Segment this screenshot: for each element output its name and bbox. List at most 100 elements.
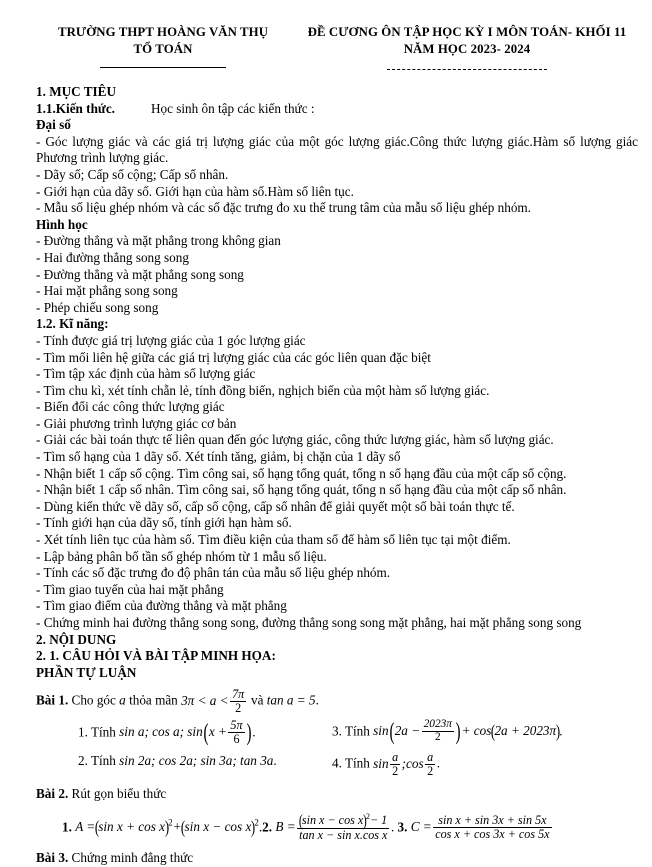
- expr-B-num-inner: sin x − cos x: [301, 813, 364, 828]
- header-right-divider: [387, 69, 547, 70]
- expr-B-lhs: B =: [275, 819, 296, 835]
- expr-inner-left: x +: [208, 724, 227, 740]
- fraction-denominator: 2: [425, 763, 436, 778]
- question-2-period: .: [273, 753, 277, 769]
- condition-period: .: [315, 692, 319, 708]
- expression-B: B = (sin x − cos x)2− 1 tan x − sin x.cos …: [275, 812, 391, 842]
- knowledge-text: Học sinh ôn tập các kiến thức :: [150, 100, 315, 116]
- question-3-expression: sin(2a −2023π 2)+ cos(2a + 2023π): [373, 717, 560, 745]
- question-3-number: 3.: [332, 723, 342, 739]
- exercise-2-prompt: Bài 2. Rút gọn biểu thức: [36, 785, 638, 803]
- question-2-line: 2. Tính sin 2a; cos 2a; sin 3a; tan 3a.: [78, 751, 326, 771]
- right-paren-icon: ): [164, 817, 169, 838]
- geometry-item: - Hai mặt phẳng song song: [36, 283, 178, 299]
- geometry-item: - Đường thẳng và mặt phẳng trong không g…: [36, 233, 281, 249]
- exercise-1-question-1: 1. Tính sin a; cos a; sin(x +5π 6).: [36, 718, 326, 746]
- question-1-line: 1. Tính sin a; cos a; sin(x +5π 6).: [78, 718, 326, 746]
- question-2-expression: sin 2a; cos 2a; sin 3a; tan 3a: [119, 753, 274, 769]
- expr-inner-2: 2a + 2023π: [494, 723, 557, 739]
- exercise-2-body: 1. A =(sin x + cos x)2+(sin x − cos x)2.…: [36, 812, 638, 843]
- skill-item: - Giải phương trình lượng giác cơ bản: [36, 415, 237, 431]
- expr-C-lhs: C =: [410, 819, 432, 835]
- condition-conjunction: và: [251, 692, 264, 708]
- exercise-1-question-3: 3. Tính sin(2a −2023π 2)+ cos(2a + 2023π)…: [326, 717, 638, 745]
- geometry-item: - Phép chiếu song song: [36, 299, 159, 315]
- exercise-1-text: Cho góc: [71, 692, 116, 708]
- knowledge-label: 1.1.Kiến thức.: [36, 100, 115, 116]
- skill-item: - Tính được giá trị lượng giác của 1 góc…: [36, 332, 306, 348]
- expr-A-part2: sin x − cos x: [184, 819, 252, 835]
- question-3-verb: Tính: [344, 723, 370, 739]
- expr-sin-cos: sin a; cos a; sin: [119, 724, 203, 740]
- question-1-verb: Tính: [90, 724, 116, 740]
- exercise-1-condition: 3π < a <7π 2: [181, 688, 251, 714]
- skill-item: - Biến đổi các công thức lượng giác: [36, 399, 225, 415]
- exercise-2-item-2-number: 2.: [262, 819, 273, 835]
- condition-inequality: 3π < a <: [181, 692, 229, 708]
- question-4-number: 4.: [332, 755, 342, 771]
- skill-item: - Tìm số hạng của 1 dãy số. Xét tính tăn…: [36, 449, 401, 465]
- fraction-5pi-over-6: 5π 6: [228, 718, 245, 745]
- skill-item: - Nhận biết 1 cấp số nhân. Tìm công sai,…: [36, 482, 567, 498]
- exercise-1-row-a: 1. Tính sin a; cos a; sin(x +5π 6). 3. Tí…: [36, 717, 638, 746]
- skill-item: - Nhận biết 1 cấp số cộng. Tìm công sai,…: [36, 465, 567, 481]
- document-header: TRƯỜNG THPT HOÀNG VĂN THỤ TỔ TOÁN ĐỀ CƯƠ…: [0, 0, 652, 70]
- question-4-period: .: [436, 755, 440, 771]
- geometry-item: - Hai đường thẳng song song: [36, 249, 189, 265]
- fraction-numerator: sin x + sin 3x + sin 5x: [438, 813, 547, 828]
- exercise-1-question-2: 2. Tính sin 2a; cos 2a; sin 3a; tan 3a.: [36, 751, 326, 771]
- exercise-1-row-b: 2. Tính sin 2a; cos 2a; sin 3a; tan 3a. …: [36, 751, 638, 777]
- skill-item: - Tìm tập xác định của hàm số lượng giác: [36, 366, 256, 382]
- expression-C: C = sin x + sin 3x + sin 5x cos x + cos 3x…: [410, 814, 553, 840]
- skill-item: - Tìm giao tuyến của hai mặt phẳng: [36, 581, 224, 597]
- geometry-item: - Đường thẳng và mặt phẳng song song: [36, 266, 244, 282]
- skill-item: - Tìm chu kì, xét tính chẵn lẻ, tính đồn…: [36, 382, 490, 398]
- right-paren-icon: ): [362, 811, 367, 831]
- expr-inner-left: 2a −: [394, 723, 421, 739]
- exercise-3-text: Chứng minh đẳng thức: [71, 850, 194, 866]
- algebra-item: - Mẫu số liệu ghép nhóm và các số đặc tr…: [36, 200, 531, 216]
- skill-item: - Tính giới hạn của dãy số, tính giới hạ…: [36, 515, 292, 531]
- question-1-period: .: [252, 724, 256, 740]
- algebra-item: - Giới hạn của dãy số. Giới hạn của hàm …: [36, 183, 354, 199]
- subject-heading-algebra: Đại số: [36, 117, 71, 133]
- algebra-item: - Góc lượng giác và các giá trị lượng gi…: [36, 133, 638, 166]
- expr-cos: cos: [406, 755, 424, 771]
- expr-sin: sin: [373, 723, 389, 739]
- header-school-block: TRƯỜNG THPT HOÀNG VĂN THỤ TỔ TOÁN: [32, 24, 294, 68]
- skill-item: - Xét tính liên tục của hàm số. Tìm điều…: [36, 532, 511, 548]
- subsection-heading-questions: 2. 1. CÂU HỎI VÀ BÀI TẬP MINH HỌA:: [36, 648, 276, 664]
- question-2-number: 2.: [78, 753, 88, 769]
- section-heading-skills: 1.2. Kĩ năng:: [36, 316, 109, 332]
- question-4-line: 4. Tính sin a 2 ;cos a 2.: [332, 751, 638, 777]
- right-paren-icon: ): [456, 717, 462, 745]
- fraction-denominator: 2: [390, 763, 401, 778]
- exercise-2-text: Rút gọn biểu thức: [71, 785, 167, 801]
- right-paren-icon: ): [250, 817, 255, 838]
- fraction-numerator: 5π: [230, 718, 243, 733]
- exercise-1-question-4: 4. Tính sin a 2 ;cos a 2.: [326, 751, 638, 777]
- knowledge-line: 1.1.Kiến thức. Học sinh ôn tập các kiến t…: [36, 101, 638, 118]
- school-name: TRƯỜNG THPT HOÀNG VĂN THỤ: [57, 25, 269, 39]
- condition-tan-value: tan a = 5: [266, 692, 316, 708]
- subject-heading-geometry: Hình học: [36, 216, 88, 232]
- fraction-denominator: 2: [230, 700, 247, 715]
- question-2-verb: Tính: [90, 753, 116, 769]
- left-paren-icon: (: [94, 817, 99, 838]
- left-paren-icon: (: [490, 721, 496, 742]
- header-title-block: ĐỀ CƯƠNG ÔN TẬP HỌC KỲ I MÔN TOÁN- KHỐI …: [302, 24, 632, 70]
- right-paren-icon: ): [555, 721, 560, 742]
- left-paren-icon: (: [180, 817, 186, 838]
- skill-item: - Giải các bài toán thực tế liên quan đế…: [36, 432, 554, 448]
- exercise-1-text2: thỏa mãn: [129, 692, 178, 708]
- expr-plus-cos: + cos: [461, 723, 492, 739]
- department-name: TỔ TOÁN: [133, 42, 193, 56]
- fraction-2023pi-over-2: 2023π 2: [421, 718, 454, 744]
- question-3-line: 3. Tính sin(2a −2023π 2)+ cos(2a + 2023π)…: [332, 717, 638, 745]
- fraction-B: (sin x − cos x)2− 1 tan x − sin x.cos x: [297, 811, 390, 843]
- left-paren-icon: (: [203, 718, 209, 746]
- exercise-2-item-3-number: 3.: [397, 819, 408, 835]
- skill-item: - Tính các số đặc trưng đo độ phân tán c…: [36, 565, 391, 581]
- fraction-C: sin x + sin 3x + sin 5x cos x + cos 3x + …: [433, 813, 552, 840]
- fraction-denominator: tan x − sin x.cos x: [297, 828, 390, 843]
